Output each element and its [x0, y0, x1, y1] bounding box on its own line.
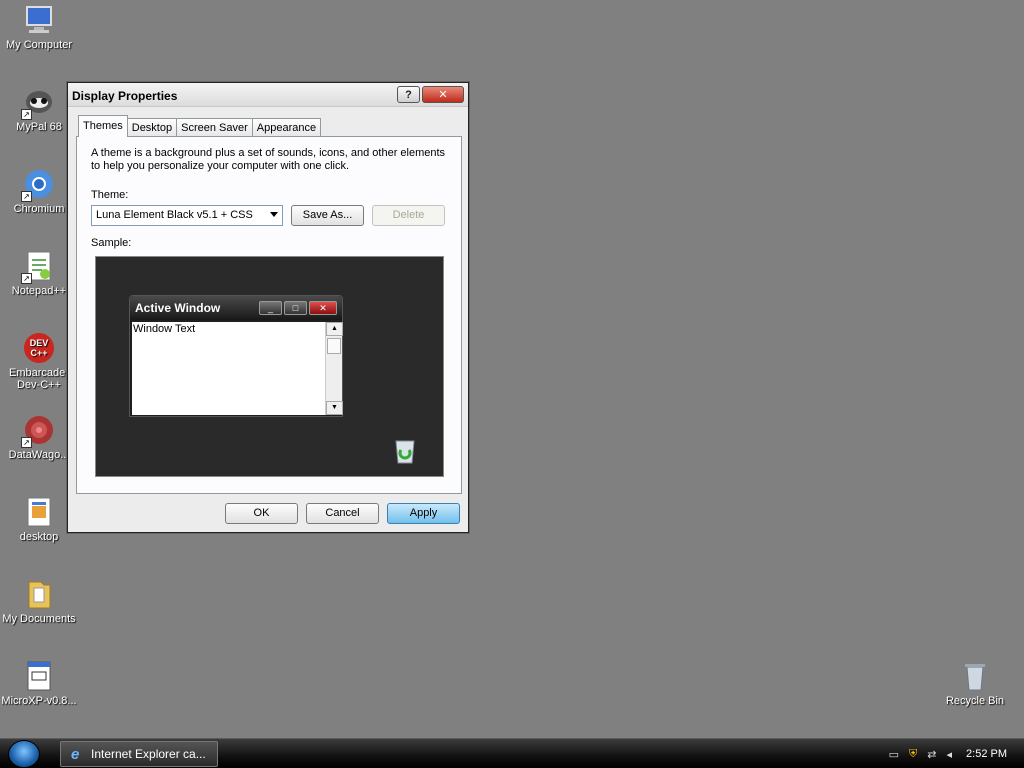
shortcut-arrow-icon: ↗	[21, 109, 32, 120]
desktop-icon-desktop-file[interactable]: desktop	[1, 496, 77, 543]
tab-desktop[interactable]: Desktop	[126, 118, 178, 137]
network-icon[interactable]: ⇄	[927, 748, 936, 761]
desktop-icon-datawagon[interactable]: ↗ DataWago...	[1, 414, 77, 461]
shield-icon[interactable]: ⛨	[909, 748, 917, 761]
desktop-icon-my-computer[interactable]: My Computer	[1, 4, 77, 51]
theme-select[interactable]: Luna Element Black v5.1 + CSS	[91, 205, 283, 226]
tab-appearance[interactable]: Appearance	[251, 118, 322, 137]
desktop-icon-notepad-plus[interactable]: ↗ Notepad++	[1, 250, 77, 297]
image-file-icon	[23, 496, 55, 528]
svg-text:C++: C++	[30, 348, 47, 358]
keyboard-icon[interactable]: ▭	[889, 748, 899, 761]
close-icon: ✕	[309, 301, 337, 315]
theme-label: Theme:	[91, 189, 129, 201]
svg-text:DEV: DEV	[30, 338, 49, 348]
desktop-icon-devcpp[interactable]: DEV C++ Embarcader Dev-C++	[1, 332, 77, 391]
desktop-icon-label: My Computer	[5, 39, 73, 51]
tab-screen-saver[interactable]: Screen Saver	[176, 118, 253, 137]
desktop-icon-chromium[interactable]: ↗ Chromium	[1, 168, 77, 215]
desktop-icon-mypal[interactable]: ↗ MyPal 68	[1, 86, 77, 133]
taskbar-item-label: Internet Explorer ca...	[91, 747, 206, 761]
chevron-down-icon[interactable]	[270, 212, 278, 217]
desktop-icon-label: Chromium	[13, 203, 65, 215]
dialog-title: Display Properties	[72, 88, 178, 103]
notepad-plus-icon: ↗	[21, 250, 55, 284]
scroll-down-icon: ▼	[326, 401, 343, 415]
desktop-icon-label: My Documents	[2, 613, 76, 625]
themes-panel: A theme is a background plus a set of so…	[76, 136, 462, 494]
sample-window-text: Window Text	[133, 323, 196, 335]
recycle-bin-icon	[959, 660, 991, 692]
tab-strip: Themes Desktop Screen Saver Appearance	[78, 115, 322, 137]
ok-button[interactable]: OK	[225, 503, 298, 524]
scroll-thumb	[327, 338, 341, 354]
cancel-button[interactable]: Cancel	[306, 503, 379, 524]
desktop-icon-label: Notepad++	[11, 285, 67, 297]
computer-icon	[23, 4, 55, 36]
system-tray: ▭ ⛨ ⇄ ◂ 2:52 PM	[889, 739, 1024, 768]
sample-active-window: Active Window _ □ ✕ Window Text ▲ ▼	[129, 295, 343, 417]
sample-window-titlebar: Active Window _ □ ✕	[130, 296, 342, 320]
taskbar: e Internet Explorer ca... ▭ ⛨ ⇄ ◂ 2:52 P…	[0, 738, 1024, 768]
volume-icon[interactable]: ◂	[947, 748, 953, 761]
desktop-icon-my-documents[interactable]: My Documents	[1, 578, 77, 625]
text-file-icon	[23, 660, 55, 692]
devcpp-icon: DEV C++	[23, 332, 55, 364]
desktop-icon-recycle-bin[interactable]: Recycle Bin	[937, 660, 1013, 707]
sample-scrollbar: ▲ ▼	[325, 322, 343, 415]
shortcut-arrow-icon: ↗	[21, 273, 32, 284]
desktop-icon-label: MyPal 68	[16, 121, 62, 133]
display-properties-dialog: Display Properties ? ✕ Themes Desktop Sc…	[67, 82, 469, 533]
sample-window-body: Window Text ▲ ▼	[132, 322, 343, 415]
start-button[interactable]	[8, 740, 40, 768]
shortcut-arrow-icon: ↗	[21, 191, 32, 202]
help-button[interactable]: ?	[397, 86, 420, 103]
clock[interactable]: 2:52 PM	[966, 748, 1007, 760]
desktop-icon-label: DataWago...	[8, 449, 70, 461]
delete-button[interactable]: Delete	[372, 205, 445, 226]
desktop-icon-label: Embarcader Dev-C++	[9, 367, 69, 391]
apply-button[interactable]: Apply	[387, 503, 460, 524]
sample-window-title: Active Window	[135, 301, 221, 315]
datawagon-icon: ↗	[21, 414, 55, 448]
close-button[interactable]: ✕	[422, 86, 464, 103]
dialog-titlebar[interactable]: Display Properties ? ✕	[68, 83, 468, 107]
taskbar-item-internet-explorer[interactable]: e Internet Explorer ca...	[60, 741, 218, 767]
desktop-icon-label: MicroXP-v0.8...	[1, 695, 77, 707]
desktop-icon-microxp[interactable]: MicroXP-v0.8...	[1, 660, 77, 707]
folder-icon	[23, 578, 55, 610]
tab-themes[interactable]: Themes	[78, 115, 128, 137]
chromium-icon: ↗	[21, 168, 55, 202]
recycle-bin-icon	[391, 435, 419, 465]
scroll-up-icon: ▲	[326, 322, 343, 336]
theme-sample-preview: Active Window _ □ ✕ Window Text ▲ ▼	[95, 256, 444, 477]
sample-label: Sample:	[91, 237, 132, 249]
save-as-button[interactable]: Save As...	[291, 205, 364, 226]
internet-explorer-icon: e	[71, 746, 80, 763]
shortcut-arrow-icon: ↗	[21, 437, 32, 448]
theme-description: A theme is a background plus a set of so…	[91, 147, 446, 172]
desktop-icon-label: Recycle Bin	[945, 695, 1005, 707]
maximize-icon: □	[284, 301, 307, 315]
theme-select-value: Luna Element Black v5.1 + CSS	[96, 209, 253, 221]
desktop-icon-label: desktop	[19, 531, 59, 543]
mypal-icon: ↗	[21, 86, 55, 120]
minimize-icon: _	[259, 301, 282, 315]
